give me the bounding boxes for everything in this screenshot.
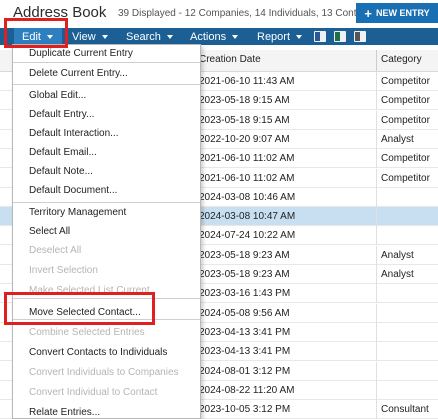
creation-date-cell: 2023-05-18 9:15 AM bbox=[199, 114, 290, 126]
category-cell: Competitor bbox=[381, 76, 430, 87]
menu-item-invert-selection: Invert Selection bbox=[29, 265, 98, 276]
creation-date-cell: 2023-04-13 3:41 PM bbox=[199, 326, 291, 338]
menu-view[interactable]: View bbox=[72, 28, 108, 45]
creation-date-cell: 2023-03-16 1:43 PM bbox=[199, 288, 291, 300]
column-divider bbox=[376, 168, 377, 188]
menu-report[interactable]: Report bbox=[257, 28, 303, 45]
creation-date-cell: 2024-07-24 10:22 AM bbox=[199, 230, 296, 242]
menu-item-convert-contacts-to-individuals[interactable]: Convert Contacts to Individuals bbox=[29, 347, 167, 358]
category-cell: Competitor bbox=[381, 95, 430, 107]
column-divider bbox=[376, 110, 377, 130]
menu-item-default-email[interactable]: Default Email... bbox=[29, 147, 97, 158]
column-divider bbox=[376, 187, 377, 207]
creation-date-cell: 2023-10-05 3:12 PM bbox=[199, 404, 291, 416]
column-divider bbox=[376, 303, 377, 323]
menu-item-select-all[interactable]: Select All bbox=[29, 226, 70, 237]
new-entry-label: NEW ENTRY bbox=[375, 8, 430, 18]
creation-date-cell: 2022-10-20 9:07 AM bbox=[199, 133, 290, 145]
column-divider bbox=[376, 245, 377, 265]
word-icon[interactable] bbox=[314, 31, 326, 42]
creation-date-cell: 2021-06-10 11:43 AM bbox=[199, 76, 295, 87]
menu-search[interactable]: Search bbox=[126, 28, 173, 45]
menu-item-delete-current-entry[interactable]: Delete Current Entry... bbox=[29, 68, 128, 79]
chevron-down-icon bbox=[101, 34, 108, 39]
column-divider bbox=[376, 284, 377, 304]
edit-menu-dropdown: Duplicate Current Entry Delete Current En… bbox=[12, 44, 201, 419]
menu-search-label: Search bbox=[126, 30, 161, 43]
category-cell: Analyst bbox=[381, 133, 414, 145]
creation-date-cell: 2023-04-13 3:41 PM bbox=[199, 346, 291, 358]
entry-count-summary: 39 Displayed - 12 Companies, 14 Individu… bbox=[118, 8, 375, 19]
creation-date-cell: 2021-06-10 11:02 AM bbox=[199, 172, 295, 184]
menu-item-duplicate-current-entry[interactable]: Duplicate Current Entry bbox=[29, 48, 133, 59]
category-cell: Competitor bbox=[381, 153, 430, 165]
menu-item-default-document[interactable]: Default Document... bbox=[29, 185, 117, 196]
menu-item-convert-individuals-to-companies: Convert Individuals to Companies bbox=[29, 367, 179, 378]
menu-separator bbox=[13, 62, 200, 63]
menu-actions-label: Actions bbox=[190, 30, 227, 43]
menu-separator bbox=[13, 84, 200, 85]
chevron-down-icon bbox=[232, 34, 239, 39]
category-cell: Competitor bbox=[381, 172, 430, 184]
menu-separator bbox=[13, 202, 200, 203]
menu-item-territory-management[interactable]: Territory Management bbox=[29, 207, 126, 218]
chevron-down-icon bbox=[296, 34, 303, 39]
column-divider bbox=[376, 380, 377, 400]
category-cell: Competitor bbox=[381, 114, 430, 126]
creation-date-cell: 2021-06-10 11:02 AM bbox=[199, 153, 295, 165]
column-header-creation-date[interactable]: Creation Date bbox=[199, 54, 261, 65]
menu-report-label: Report bbox=[257, 30, 291, 43]
creation-date-cell: 2023-05-18 9:23 AM bbox=[199, 249, 290, 261]
column-divider bbox=[376, 361, 377, 381]
creation-date-cell: 2024-08-22 11:20 AM bbox=[199, 384, 295, 396]
menu-item-relate-entries[interactable]: Relate Entries... bbox=[29, 407, 100, 418]
print-icon[interactable] bbox=[354, 31, 366, 42]
column-divider bbox=[376, 400, 377, 419]
column-divider bbox=[376, 322, 377, 342]
column-divider bbox=[376, 342, 377, 362]
highlight-box-move-selected-contact bbox=[4, 292, 155, 325]
menu-item-default-entry[interactable]: Default Entry... bbox=[29, 109, 94, 120]
creation-date-cell: 2024-03-08 10:46 AM bbox=[199, 191, 296, 203]
creation-date-cell: 2023-05-18 9:23 AM bbox=[199, 269, 290, 280]
column-divider bbox=[376, 265, 377, 284]
column-divider bbox=[376, 129, 377, 149]
column-divider bbox=[376, 149, 377, 169]
new-entry-button[interactable]: + NEW ENTRY bbox=[356, 3, 438, 23]
menu-item-default-note[interactable]: Default Note... bbox=[29, 166, 93, 177]
chevron-down-icon bbox=[166, 34, 173, 39]
column-divider bbox=[376, 91, 377, 111]
menu-item-convert-individual-to-contact: Convert Individual to Contact bbox=[29, 387, 158, 398]
column-divider bbox=[376, 72, 377, 91]
category-cell: Analyst bbox=[381, 249, 414, 261]
category-cell: Consultant bbox=[381, 404, 429, 416]
plus-icon: + bbox=[364, 5, 372, 21]
menu-item-combine-selected-entries: Combine Selected Entries bbox=[29, 327, 145, 338]
category-cell: Analyst bbox=[381, 269, 414, 280]
menu-item-global-edit[interactable]: Global Edit... bbox=[29, 90, 86, 101]
creation-date-cell: 2023-05-18 9:15 AM bbox=[199, 95, 290, 107]
column-divider bbox=[376, 50, 377, 71]
menu-item-default-interaction[interactable]: Default Interaction... bbox=[29, 128, 119, 139]
column-header-category[interactable]: Category bbox=[381, 54, 422, 65]
menu-view-label: View bbox=[72, 30, 96, 43]
creation-date-cell: 2024-05-08 9:56 AM bbox=[199, 307, 290, 319]
excel-icon[interactable] bbox=[334, 31, 346, 42]
creation-date-cell: 2024-08-01 3:12 PM bbox=[199, 365, 291, 377]
creation-date-cell: 2024-03-08 10:47 AM bbox=[199, 211, 296, 223]
column-divider bbox=[376, 226, 377, 246]
column-divider bbox=[376, 207, 377, 227]
highlight-box-edit-menu bbox=[4, 18, 68, 48]
menu-actions[interactable]: Actions bbox=[190, 28, 239, 45]
menu-item-deselect-all: Deselect All bbox=[29, 245, 82, 256]
